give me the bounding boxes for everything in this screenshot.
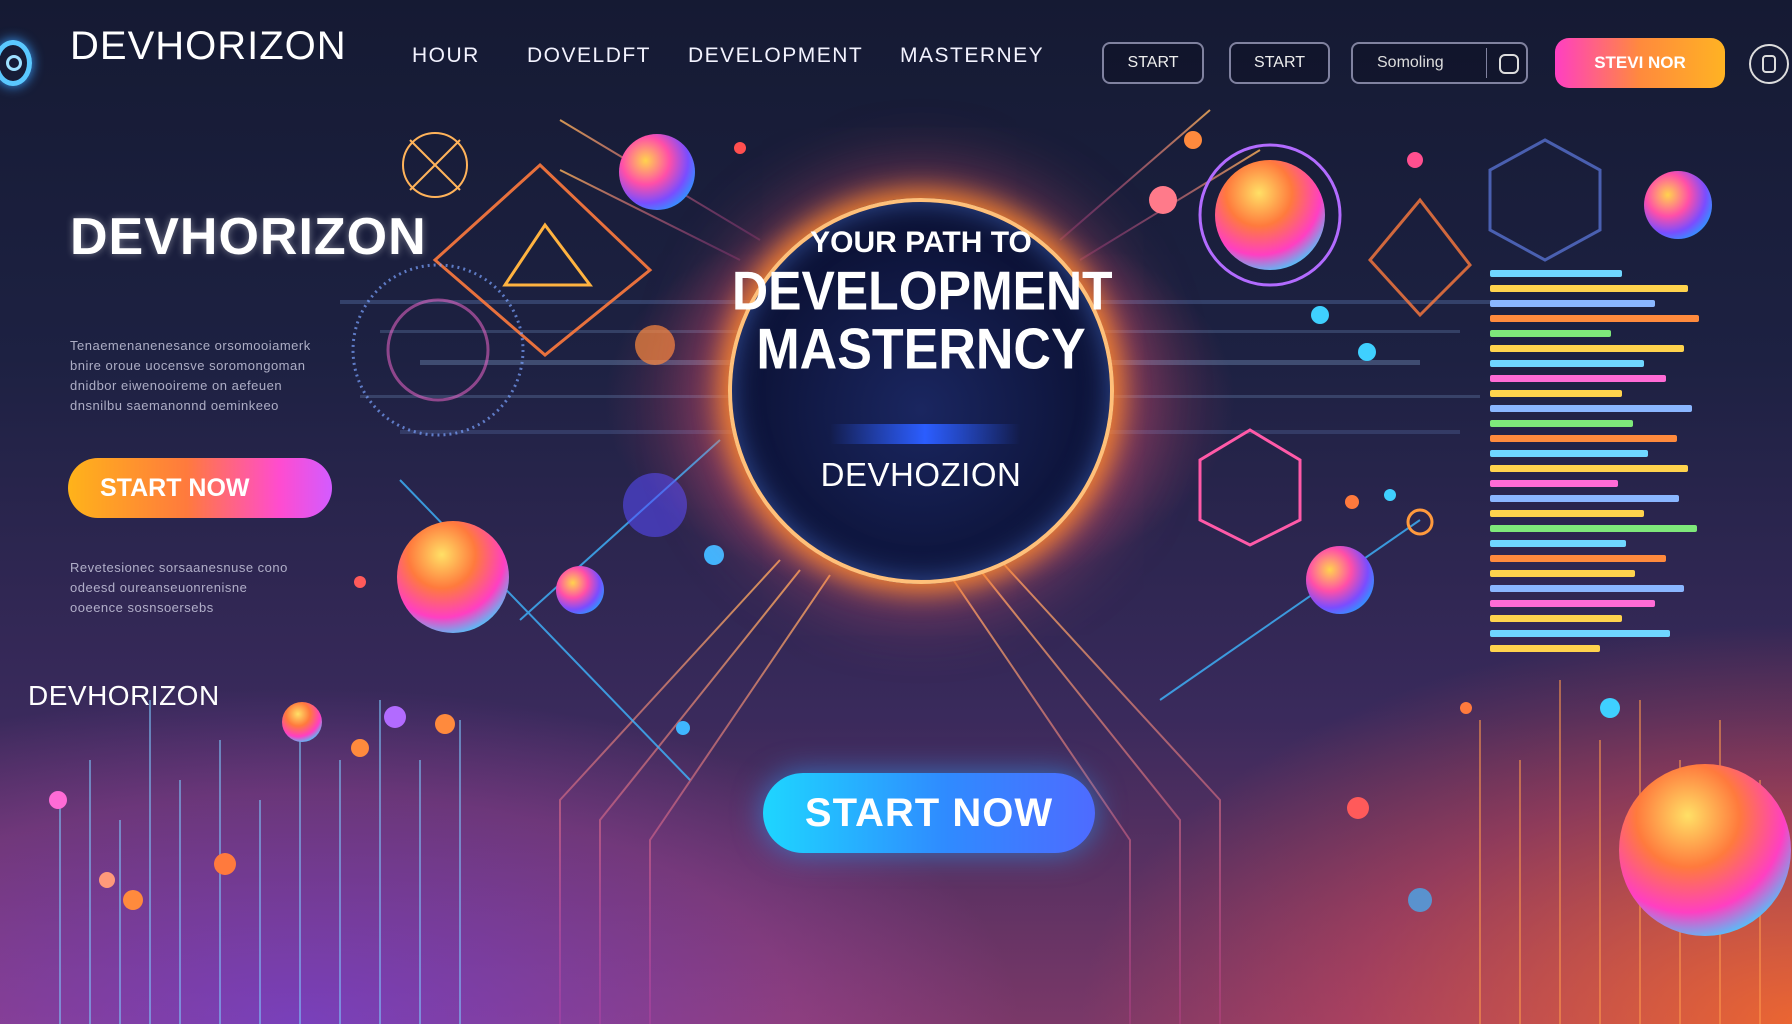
blurb-line: Revetesionec sorsaanesnuse cono bbox=[70, 560, 288, 575]
search-divider bbox=[1486, 48, 1487, 78]
search-placeholder: Somoling bbox=[1377, 54, 1444, 71]
start-button-1[interactable]: START bbox=[1102, 42, 1204, 84]
menu-icon[interactable] bbox=[1749, 44, 1789, 84]
start-now-button-left[interactable]: START NOW bbox=[68, 458, 332, 518]
glow-bar bbox=[830, 424, 1020, 444]
top-nav: DEVHORIZON HOUR DOVELDFT DEVELOPMENT MAS… bbox=[0, 0, 1792, 110]
tagline-line-2: DEVELOPMENT bbox=[732, 260, 1113, 322]
blurb-line: Tenaemenanenesance orsomooiamerk bbox=[70, 338, 311, 353]
hero-brand-title: DEVHORIZON bbox=[70, 208, 427, 266]
circle-brand-text: DEVHOZION bbox=[820, 456, 1022, 493]
start-button-2[interactable]: START bbox=[1229, 42, 1330, 84]
brand-logo-text[interactable]: DEVHORIZON bbox=[70, 24, 347, 69]
search-field[interactable]: Somoling bbox=[1351, 42, 1528, 84]
hero-center-circle: YOUR PATH TO DEVELOPMENT MASTERNCY DEVHO… bbox=[728, 198, 1114, 584]
blurb-line: ooeence sosnsoersebs bbox=[70, 600, 214, 615]
hero-blurb-2: Revetesionec sorsaanesnuse cono odeesd o… bbox=[70, 558, 288, 618]
code-snippet-panel bbox=[1490, 270, 1710, 660]
logo-icon[interactable] bbox=[0, 40, 32, 86]
tagline-line-1: YOUR PATH TO bbox=[810, 226, 1032, 259]
blurb-line: odeesd oureanseuonrenisne bbox=[70, 580, 248, 595]
nav-link-masterney[interactable]: MASTERNEY bbox=[900, 44, 1044, 68]
blurb-line: bnire oroue uocensve soromongoman bbox=[70, 358, 306, 373]
blurb-line: dnidbor eiwenooireme on aefeuen bbox=[70, 378, 283, 393]
nav-link-development[interactable]: DEVELOPMENT bbox=[688, 44, 863, 68]
nav-link-doveldft[interactable]: DOVELDFT bbox=[527, 44, 651, 68]
small-brand-text: DEVHORIZON bbox=[28, 680, 220, 711]
start-now-button-center[interactable]: START NOW bbox=[763, 773, 1095, 853]
cta-top-button[interactable]: STEVI NOR bbox=[1555, 38, 1725, 88]
hero-blurb-1: Tenaemenanenesance orsomooiamerk bnire o… bbox=[70, 336, 311, 416]
nav-link-hour[interactable]: HOUR bbox=[412, 44, 480, 68]
tagline-line-3: MASTERNCY bbox=[756, 318, 1086, 382]
blurb-line: dnsnilbu saemanonnd oeminkeeo bbox=[70, 398, 279, 413]
search-square-icon[interactable] bbox=[1499, 54, 1519, 74]
